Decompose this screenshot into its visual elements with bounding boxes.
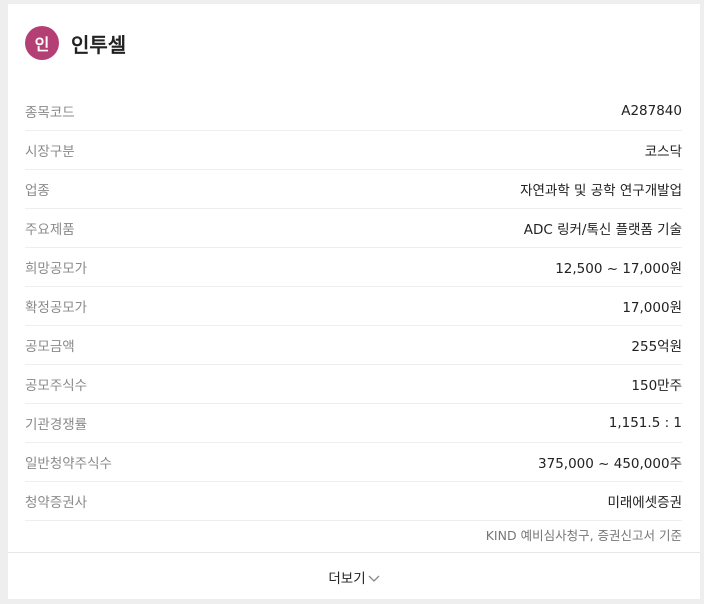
detail-label: 주요제품	[25, 222, 75, 238]
detail-row-main-product: 주요제품 ADC 링커/톡신 플랫폼 기술	[25, 209, 682, 248]
detail-label: 시장구분	[25, 144, 75, 160]
detail-row-final-price: 확정공모가 17,000원	[25, 287, 682, 326]
detail-row-stock-code: 종목코드 A287840	[25, 92, 682, 131]
detail-value: 255억원	[631, 339, 682, 355]
details-list: 종목코드 A287840 시장구분 코스닥 업종 자연과학 및 공학 연구개발업…	[25, 92, 682, 521]
detail-value: 12,500 ~ 17,000원	[555, 261, 682, 277]
ipo-info-card: 인 인투셀 종목코드 A287840 시장구분 코스닥 업종 자연과학 및 공학…	[8, 4, 700, 599]
detail-row-market: 시장구분 코스닥	[25, 131, 682, 170]
detail-value: 코스닥	[644, 144, 682, 160]
detail-label: 업종	[25, 183, 50, 199]
detail-value: ADC 링커/톡신 플랫폼 기술	[523, 222, 682, 238]
company-avatar: 인	[25, 26, 59, 60]
detail-label: 희망공모가	[25, 261, 88, 277]
detail-row-offering-amount: 공모금액 255억원	[25, 326, 682, 365]
more-label: 더보기	[328, 570, 366, 587]
detail-row-offering-shares: 공모주식수 150만주	[25, 365, 682, 404]
detail-value: A287840	[621, 103, 682, 119]
detail-value: 1,151.5 : 1	[608, 415, 682, 431]
source-note: KIND 예비심사청구, 증권신고서 기준	[485, 528, 682, 543]
detail-row-institution-ratio: 기관경쟁률 1,151.5 : 1	[25, 404, 682, 443]
detail-label: 기관경쟁률	[25, 417, 88, 433]
detail-row-general-subscription: 일반청약주식수 375,000 ~ 450,000주	[25, 443, 682, 482]
detail-label: 종목코드	[25, 105, 75, 121]
detail-value: 17,000원	[622, 300, 682, 316]
detail-value: 미래에셋증권	[607, 495, 682, 511]
detail-label: 확정공모가	[25, 300, 88, 316]
detail-row-industry: 업종 자연과학 및 공학 연구개발업	[25, 170, 682, 209]
chevron-down-icon	[368, 573, 380, 585]
detail-label: 공모금액	[25, 339, 75, 355]
detail-label: 일반청약주식수	[25, 456, 112, 472]
more-button[interactable]: 더보기	[8, 552, 700, 600]
detail-row-underwriter: 청약증권사 미래에셋증권	[25, 482, 682, 521]
detail-value: 375,000 ~ 450,000주	[538, 456, 682, 472]
detail-row-desired-price: 희망공모가 12,500 ~ 17,000원	[25, 248, 682, 287]
company-name: 인투셀	[71, 32, 127, 57]
detail-label: 공모주식수	[25, 378, 88, 394]
detail-value: 자연과학 및 공학 연구개발업	[520, 183, 682, 199]
card-header: 인 인투셀	[25, 25, 126, 61]
detail-value: 150만주	[631, 378, 682, 394]
detail-label: 청약증권사	[25, 495, 88, 511]
